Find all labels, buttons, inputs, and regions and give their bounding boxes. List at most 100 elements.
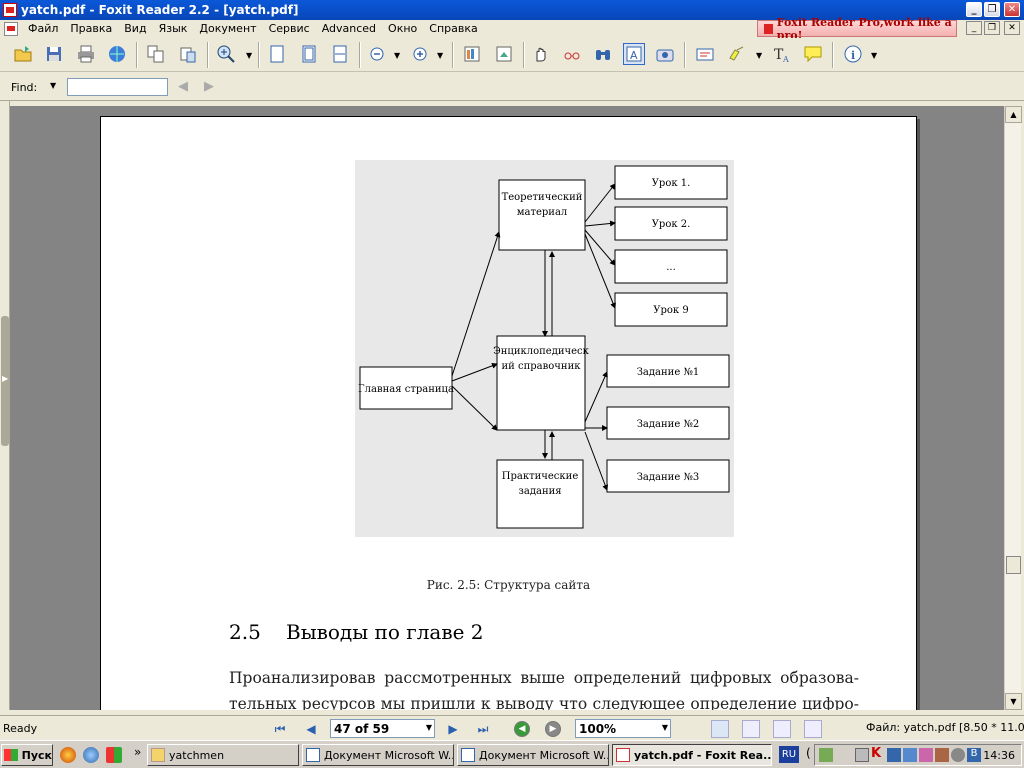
start-button[interactable]: Пуск (1, 744, 53, 766)
scroll-thumb[interactable] (1006, 556, 1021, 574)
taskbar-item-foxit[interactable]: yatch.pdf - Foxit Rea... (612, 744, 772, 766)
language-indicator[interactable]: RU (779, 746, 799, 763)
zoom-out-button[interactable] (366, 43, 388, 65)
first-page-icon[interactable]: ⏮ (272, 721, 288, 737)
print-button[interactable] (75, 43, 97, 65)
doc-close-button[interactable]: ✕ (1004, 21, 1020, 35)
menu-document[interactable]: Документ (193, 22, 262, 35)
menu-file[interactable]: Файл (22, 22, 64, 35)
minimize-button[interactable]: _ (966, 2, 982, 17)
scroll-up-arrow-icon[interactable]: ▲ (1005, 106, 1022, 123)
promo-banner[interactable]: Foxit Reader Pro,work like a pro! (757, 16, 957, 42)
fit-page-button[interactable] (298, 43, 320, 65)
fit-width-button[interactable] (329, 43, 351, 65)
facing-view-icon[interactable] (773, 720, 791, 738)
find-next-icon[interactable]: ▶ (204, 79, 214, 94)
zoom-tool-dropdown-icon[interactable]: ▼ (246, 51, 252, 60)
zoom-out-dropdown-icon[interactable]: ▼ (394, 51, 400, 60)
close-button[interactable]: ✕ (1004, 2, 1020, 17)
copy-button[interactable] (145, 43, 167, 65)
tray-network-icon[interactable] (887, 748, 901, 762)
restore-button[interactable]: ❐ (984, 2, 1000, 17)
previous-page-icon[interactable]: ◀ (303, 721, 319, 737)
tray-kaspersky-icon[interactable]: K (871, 746, 885, 761)
find-previous-icon[interactable]: ◀ (178, 79, 188, 94)
page-dropdown-icon[interactable]: ▼ (426, 723, 432, 732)
taskbar-item-word-2[interactable]: Документ Microsoft W... (457, 744, 609, 766)
menu-tools[interactable]: Сервис (263, 22, 316, 35)
menu-window[interactable]: Окно (382, 22, 423, 35)
browser-icon[interactable] (83, 747, 99, 763)
thumbnail-panel-button[interactable] (493, 43, 515, 65)
hand-tool-icon[interactable] (530, 43, 552, 65)
open-file-button[interactable] (12, 43, 34, 65)
text-size-tool-icon[interactable]: TA (771, 43, 793, 65)
pdf-page: Главная страница Теоретический материал … (100, 116, 917, 710)
label-theory-1: Теоретический (502, 192, 583, 203)
section-number: 2.5 (229, 620, 261, 644)
document-icon[interactable] (4, 21, 18, 36)
select-text-tool-icon[interactable] (561, 43, 583, 65)
text-viewer-button[interactable]: A (623, 43, 645, 65)
bookmark-panel-button[interactable] (461, 43, 483, 65)
snapshot-camera-icon[interactable] (654, 43, 676, 65)
taskbar-item-yatchmen[interactable]: yatchmen (147, 744, 299, 766)
save-button[interactable] (43, 43, 65, 65)
menu-help[interactable]: Справка (423, 22, 483, 35)
scroll-down-arrow-icon[interactable]: ▼ (1005, 693, 1022, 710)
zoom-in-tool-icon[interactable] (215, 43, 237, 65)
info-icon[interactable]: i (842, 43, 864, 65)
next-page-icon[interactable]: ▶ (445, 721, 461, 737)
tray-bluetooth-icon[interactable]: B (967, 748, 981, 762)
document-viewport[interactable]: Главная страница Теоретический материал … (10, 106, 1004, 710)
menu-advanced[interactable]: Advanced (316, 22, 382, 35)
zoom-in-dropdown-icon[interactable]: ▼ (437, 51, 443, 60)
go-forward-icon[interactable]: ▶ (545, 721, 561, 737)
find-options-dropdown-icon[interactable]: ▼ (50, 81, 56, 90)
quick-launch-more-icon[interactable]: » (134, 745, 141, 759)
zoom-in-button[interactable] (409, 43, 431, 65)
single-page-view-icon[interactable] (711, 720, 729, 738)
find-binoculars-icon[interactable] (592, 43, 614, 65)
menu-edit[interactable]: Правка (64, 22, 118, 35)
highlight-dropdown-icon[interactable]: ▼ (756, 51, 762, 60)
continuous-view-icon[interactable] (742, 720, 760, 738)
app-shortcut-icon[interactable] (106, 747, 122, 763)
info-dropdown-icon[interactable]: ▼ (871, 51, 877, 60)
site-structure-diagram: Главная страница Теоретический материал … (355, 160, 734, 537)
paste-button[interactable] (177, 43, 199, 65)
tray-window-icon[interactable] (855, 748, 869, 762)
highlight-tool-icon[interactable] (726, 43, 748, 65)
tray-expand-icon[interactable]: ( (806, 746, 811, 760)
taskbar-item-word-1[interactable]: Документ Microsoft W... (302, 744, 454, 766)
menu-language[interactable]: Язык (153, 22, 194, 35)
actual-size-button[interactable] (266, 43, 288, 65)
tray-clock-app-icon[interactable] (951, 748, 965, 762)
zoom-level-select[interactable]: 100% ▼ (575, 719, 671, 738)
doc-minimize-button[interactable]: _ (966, 21, 982, 35)
section-title: Выводы по главе 2 (286, 620, 484, 644)
last-page-icon[interactable]: ⏭ (475, 721, 491, 737)
find-input[interactable] (67, 78, 168, 96)
tray-messenger-icon[interactable] (919, 748, 933, 762)
tray-app-icon[interactable] (819, 748, 833, 762)
label-encyclopedia-2: ий справочник (502, 361, 582, 372)
email-button[interactable] (106, 43, 128, 65)
firefox-icon[interactable] (60, 747, 76, 763)
tray-monitor-icon[interactable] (903, 748, 917, 762)
label-practice-1: Практические (502, 471, 579, 482)
go-back-icon[interactable]: ◀ (514, 721, 530, 737)
typewriter-tool-icon[interactable] (694, 43, 716, 65)
continuous-facing-view-icon[interactable] (804, 720, 822, 738)
side-panel-toggle[interactable]: ▶ (1, 316, 9, 446)
doc-restore-button[interactable]: ❐ (984, 21, 1000, 35)
page-number-input[interactable]: 47 of 59 ▼ (330, 719, 435, 738)
zoom-dropdown-icon[interactable]: ▼ (662, 723, 668, 732)
menu-view[interactable]: Вид (118, 22, 152, 35)
label-encyclopedia-1: Энциклопедическ (493, 346, 590, 357)
side-panel-collapsed: ▶ (0, 101, 10, 710)
vertical-scrollbar[interactable]: ▲ ▼ (1004, 106, 1022, 710)
note-tool-icon[interactable] (802, 43, 824, 65)
foxit-app-icon[interactable] (3, 3, 17, 17)
tray-sound-icon[interactable] (935, 748, 949, 762)
